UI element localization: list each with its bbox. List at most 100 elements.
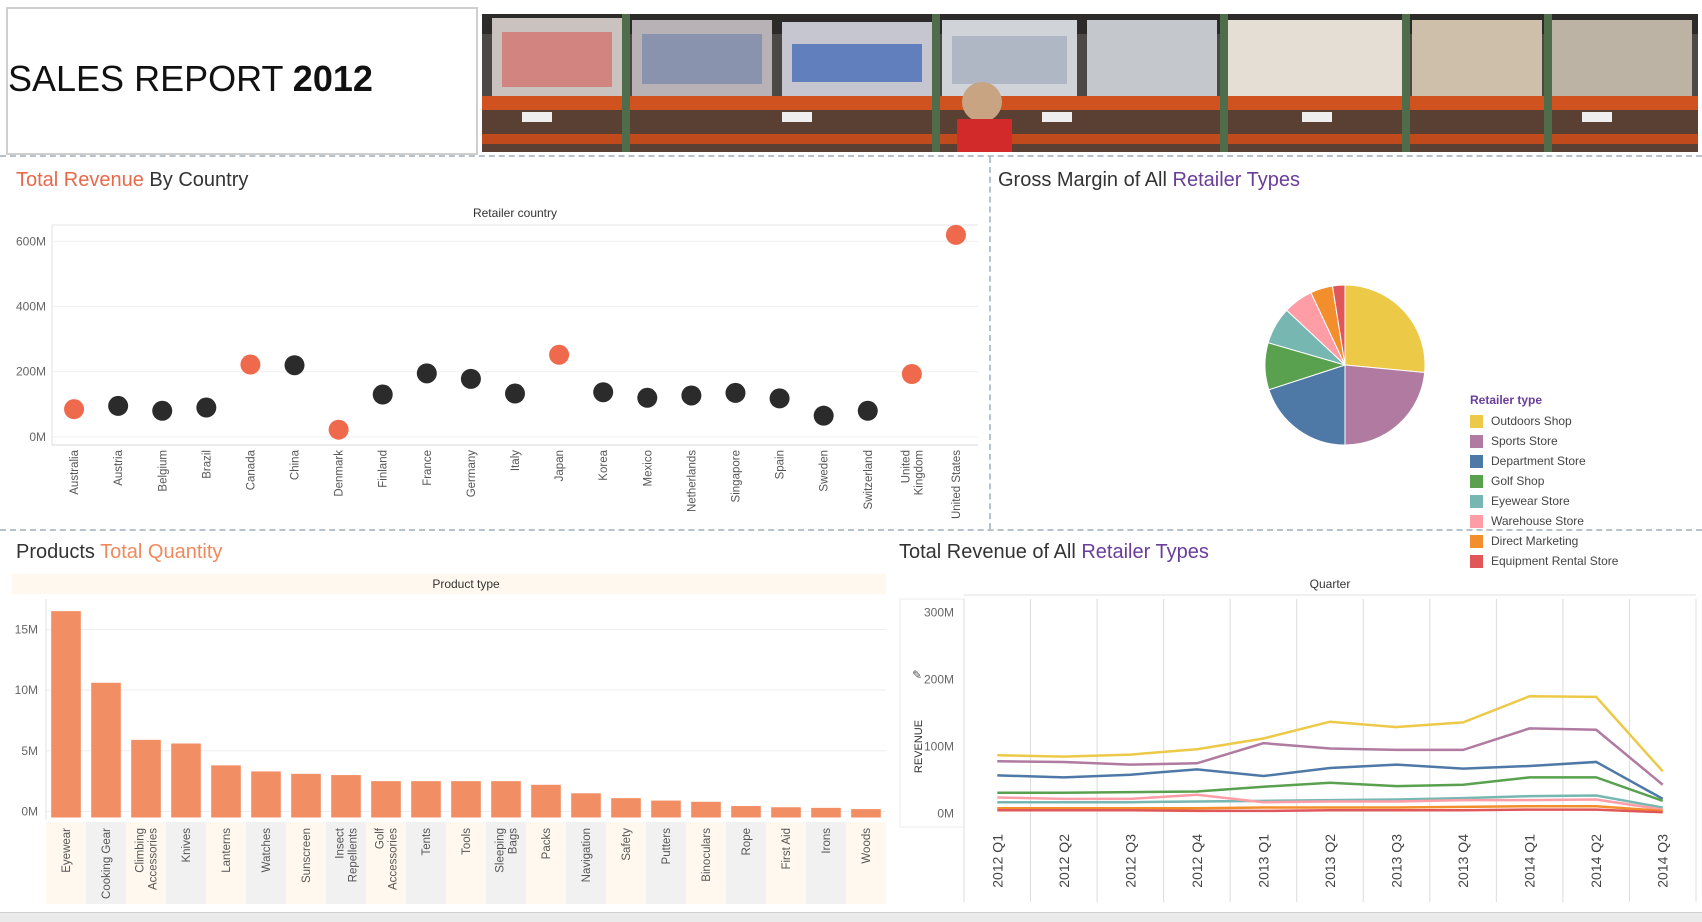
line-xtick-label: 2013 Q3 <box>1389 834 1405 888</box>
line-xtick-label: 2012 Q4 <box>1189 834 1205 888</box>
bar-navigation <box>571 793 601 818</box>
scatter-xtick-label: United States <box>951 450 963 519</box>
line-xtick-label: 2013 Q2 <box>1322 834 1338 888</box>
bar-packs <box>531 784 561 818</box>
scatter-xtick-label: Canada <box>245 449 257 490</box>
scatter-point-australia <box>64 399 85 420</box>
bar-xtick-label: First Aid <box>781 828 793 870</box>
bar-tools <box>451 781 481 818</box>
bar-xtick-label: Binoculars <box>701 828 713 882</box>
scatter-point-spain <box>769 388 790 409</box>
scatter-point-netherlands <box>681 385 702 406</box>
pie-legend: Retailer type Outdoors Shop Sports Store D… <box>1470 393 1618 571</box>
line-xtick-label: 2014 Q1 <box>1522 834 1538 888</box>
bar-xtick-label: Putters <box>661 828 673 865</box>
scatter-point-italy <box>505 383 525 404</box>
scatter-xtick-label: Austria <box>113 449 125 485</box>
scatter-point-singapore <box>725 382 746 403</box>
legend-item-sports-store[interactable]: Sports Store <box>1470 431 1618 451</box>
bar-safety <box>611 798 641 818</box>
scatter-point-finland <box>372 384 393 405</box>
pin-icon: ✎ <box>912 668 922 682</box>
bar-sleeping-bags <box>491 781 521 818</box>
scatter-point-united-kingdom <box>901 363 922 384</box>
legend-item-golf-shop[interactable]: Golf Shop <box>1470 471 1618 491</box>
legend-item-warehouse-store[interactable]: Warehouse Store <box>1470 511 1618 531</box>
bar-tents <box>411 781 441 818</box>
products-total-quantity-chart: Product type 0M 5M 10M 15M Eyewear Cooking Gea… <box>12 574 886 904</box>
bar-ytick-label: 10M <box>15 683 38 697</box>
revenue-retailer-title-c: Retailer Types <box>1081 541 1209 563</box>
bar-xtick-label: Tents <box>421 828 433 856</box>
revenue-retailer-title: Total Revenue of All Retailer Types <box>899 541 1209 564</box>
legend-item-equipment-rental-store[interactable]: Equipment Rental Store <box>1470 551 1618 571</box>
bar-xtick-label: Watches <box>261 828 273 873</box>
bar-xtick-label: Rope <box>741 828 753 856</box>
legend-label: Direct Marketing <box>1491 534 1579 548</box>
revenue-country-title: Total Revenue By Country <box>16 169 248 192</box>
scatter-xtick-label: UnitedKingdom <box>900 450 925 495</box>
scatter-xtick-label: Sweden <box>819 450 831 492</box>
scatter-xtick-label: Spain <box>775 450 787 479</box>
legend-item-direct-marketing[interactable]: Direct Marketing <box>1470 531 1618 551</box>
scatter-xtick-label: Singapore <box>731 450 743 502</box>
revenue-by-country-chart: Retailer country 0M 200M 400M 600M Australia A… <box>16 206 978 519</box>
scatter-point-brazil <box>196 397 217 418</box>
line-xtick-label: 2013 Q1 <box>1255 834 1271 888</box>
bar-xtick-label: Woods <box>861 828 873 864</box>
line-xtick-label: 2012 Q3 <box>1122 834 1138 888</box>
bar-xtick-label: Sunscreen <box>301 828 313 883</box>
line-ytick-label: 300M <box>924 605 954 619</box>
bar-woods <box>851 809 881 818</box>
legend-label: Golf Shop <box>1491 474 1545 488</box>
line-ytick-label: 200M <box>924 672 954 686</box>
scatter-point-germany <box>460 368 481 389</box>
legend-label: Equipment Rental Store <box>1491 554 1619 568</box>
line-xtick-label: 2013 Q4 <box>1455 834 1471 888</box>
scatter-xtick-label: Germany <box>466 450 478 498</box>
revenue-country-title-a: Total Revenue <box>16 169 144 191</box>
bar-knives <box>171 743 201 818</box>
scatter-xtick-label: Netherlands <box>686 450 698 512</box>
bar-column-header: Product type <box>432 577 500 591</box>
gross-margin-title-b: of All <box>1118 169 1173 191</box>
scatter-ytick-label: 200M <box>16 365 46 379</box>
scatter-ytick-label: 0M <box>29 430 46 444</box>
line-column-header: Quarter <box>1310 577 1351 591</box>
bar-first-aid <box>771 807 801 818</box>
bar-xtick-label: Cooking Gear <box>101 828 113 899</box>
banner-photo <box>482 14 1698 152</box>
legend-item-department-store[interactable]: Department Store <box>1470 451 1618 471</box>
pie-slice-sports-store <box>1344 364 1426 446</box>
bar-irons <box>811 807 841 818</box>
page-title-main: SALES REPORT <box>8 58 283 99</box>
line-ytick-label: 100M <box>924 740 954 754</box>
page-title: SALES REPORT 2012 <box>8 58 373 100</box>
gross-margin-pie-chart <box>1264 284 1426 446</box>
page-title-year: 2012 <box>292 58 373 99</box>
bar-ytick-label: 15M <box>15 622 38 636</box>
bar-eyewear <box>51 611 81 818</box>
bar-watches <box>251 771 281 818</box>
legend-swatch <box>1470 494 1483 508</box>
scatter-ytick-label: 400M <box>16 300 46 314</box>
legend-item-eyewear-store[interactable]: Eyewear Store <box>1470 491 1618 511</box>
gross-margin-title-a: Gross Margin <box>998 169 1119 191</box>
legend-item-outdoors-shop[interactable]: Outdoors Shop <box>1470 411 1618 431</box>
products-qty-title-a: Products <box>16 541 101 563</box>
revenue-retailer-title-b: of All <box>1026 541 1082 563</box>
scatter-xtick-label: Japan <box>554 450 566 481</box>
bar-xtick-label: Knives <box>181 828 193 863</box>
bar-xtick-label: Safety <box>621 828 633 861</box>
legend-swatch <box>1470 414 1483 428</box>
gross-margin-title: Gross Margin of All Retailer Types <box>998 169 1300 192</box>
scatter-point-belgium <box>152 400 173 421</box>
scatter-xtick-label: Mexico <box>642 450 654 486</box>
legend-label: Eyewear Store <box>1491 494 1570 508</box>
bar-golf-accessories <box>371 781 401 818</box>
scatter-point-france <box>416 363 437 384</box>
legend-swatch <box>1470 474 1483 488</box>
scatter-point-korea <box>593 382 614 403</box>
scatter-ytick-label: 600M <box>16 234 46 248</box>
scatter-xtick-label: France <box>422 450 434 486</box>
